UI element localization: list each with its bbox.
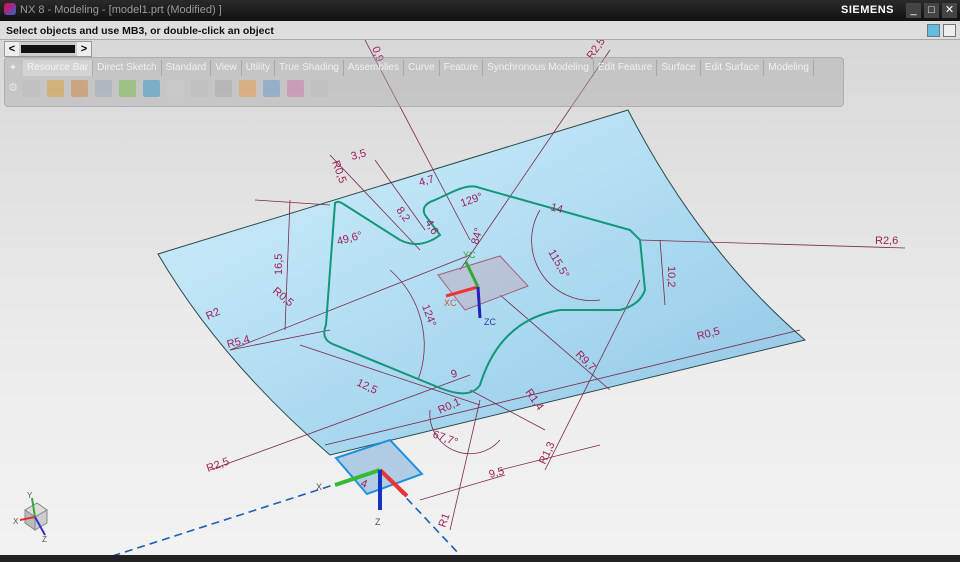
tab-view[interactable]: View xyxy=(211,60,242,76)
title-bar: NX 8 - Modeling - [model1.prt (Modified)… xyxy=(0,0,960,21)
tab-modeling[interactable]: Modeling xyxy=(764,60,814,76)
xc-label: XC xyxy=(444,298,457,308)
tab-standard[interactable]: Standard xyxy=(162,60,212,76)
list-icon[interactable] xyxy=(215,80,232,97)
triad-z-label: Z xyxy=(42,535,47,544)
datum-csys[interactable] xyxy=(100,438,461,555)
status-message: Select objects and use MB3, or double-cl… xyxy=(6,25,274,37)
graphics-window[interactable]: 0,9 R2,5 R0,5 3,5 4,7 8,2 4,6 129° 14 49,6° 84° 115… xyxy=(0,40,960,555)
dimension-label[interactable]: R2,5 xyxy=(205,456,231,475)
siemens-brand: SIEMENS xyxy=(841,4,895,16)
close-button[interactable]: ✕ xyxy=(942,3,957,18)
scroll-right-button[interactable]: > xyxy=(77,42,91,56)
settings-gear-icon[interactable]: ⚙ xyxy=(5,78,21,98)
selection-filter-icon[interactable] xyxy=(927,24,940,37)
roles-icon[interactable] xyxy=(239,80,256,97)
dimension-label[interactable]: 9,5 xyxy=(488,465,506,481)
tab-feature[interactable]: Feature xyxy=(440,60,484,76)
tab-edit-surface[interactable]: Edit Surface xyxy=(701,60,765,76)
triad-y-label: Y xyxy=(27,491,33,500)
web-icon[interactable] xyxy=(143,80,160,97)
toolbar-scroller[interactable]: < > xyxy=(4,41,92,57)
scroll-left-button[interactable]: < xyxy=(5,42,19,56)
zc-label: ZC xyxy=(484,317,496,327)
tab-synchronous-modeling[interactable]: Synchronous Modeling xyxy=(483,60,594,76)
tab-surface[interactable]: Surface xyxy=(657,60,701,76)
datum-x-label: X xyxy=(316,482,322,492)
window-border xyxy=(0,555,960,562)
tab-curve[interactable]: Curve xyxy=(404,60,440,76)
resource-bar-icon[interactable]: ✦ xyxy=(5,58,21,78)
nx-logo-icon xyxy=(4,3,16,15)
tools-icon[interactable] xyxy=(263,80,280,97)
tab-true-shading[interactable]: True Shading xyxy=(275,60,344,76)
fit-view-icon[interactable] xyxy=(943,24,956,37)
dimension-label[interactable]: 10,2 xyxy=(665,266,677,287)
sketch-icon[interactable] xyxy=(95,80,112,97)
info-icon[interactable] xyxy=(311,80,328,97)
dimension-label[interactable]: R1,3 xyxy=(537,440,558,466)
tab-utility[interactable]: Utility xyxy=(242,60,276,76)
maximize-button[interactable]: □ xyxy=(924,3,939,18)
minimize-button[interactable]: _ xyxy=(906,3,921,18)
users-icon[interactable] xyxy=(287,80,304,97)
tab-edit-feature[interactable]: Edit Feature xyxy=(594,60,658,76)
window-title: NX 8 - Modeling - [model1.prt (Modified)… xyxy=(20,4,222,16)
dimension-label[interactable]: R1 xyxy=(437,512,453,529)
dimension-label[interactable]: 3,5 xyxy=(350,147,368,163)
yc-label: YC xyxy=(463,250,476,260)
triad-x-label: X xyxy=(13,517,19,526)
dimension-label[interactable]: R0,5 xyxy=(329,159,348,185)
tab-assemblies[interactable]: Assemblies xyxy=(344,60,404,76)
document-icon[interactable] xyxy=(167,80,184,97)
assembly-icon[interactable] xyxy=(71,80,88,97)
scroll-thumb[interactable] xyxy=(21,45,75,53)
history-icon[interactable] xyxy=(191,80,208,97)
constraints-icon[interactable] xyxy=(47,80,64,97)
model-view[interactable]: 0,9 R2,5R0,53,54,78,24,6129° 1449,6° 84°115… xyxy=(0,40,960,555)
dimension-label[interactable]: R2,6 xyxy=(875,235,898,247)
datum-z-label: Z xyxy=(375,517,381,527)
status-bar: Select objects and use MB3, or double-cl… xyxy=(0,21,960,40)
dimension-label[interactable]: 16,5 xyxy=(273,254,285,275)
part-navigator-icon[interactable] xyxy=(23,80,40,97)
palette-icon[interactable] xyxy=(119,80,136,97)
ribbon-toolbar: ✦ ⚙ Resource Bar Direct Sketch Standard View… xyxy=(4,57,844,107)
view-triad xyxy=(19,497,48,536)
tab-direct-sketch[interactable]: Direct Sketch xyxy=(93,60,162,76)
tab-resource-bar[interactable]: Resource Bar xyxy=(23,60,94,76)
